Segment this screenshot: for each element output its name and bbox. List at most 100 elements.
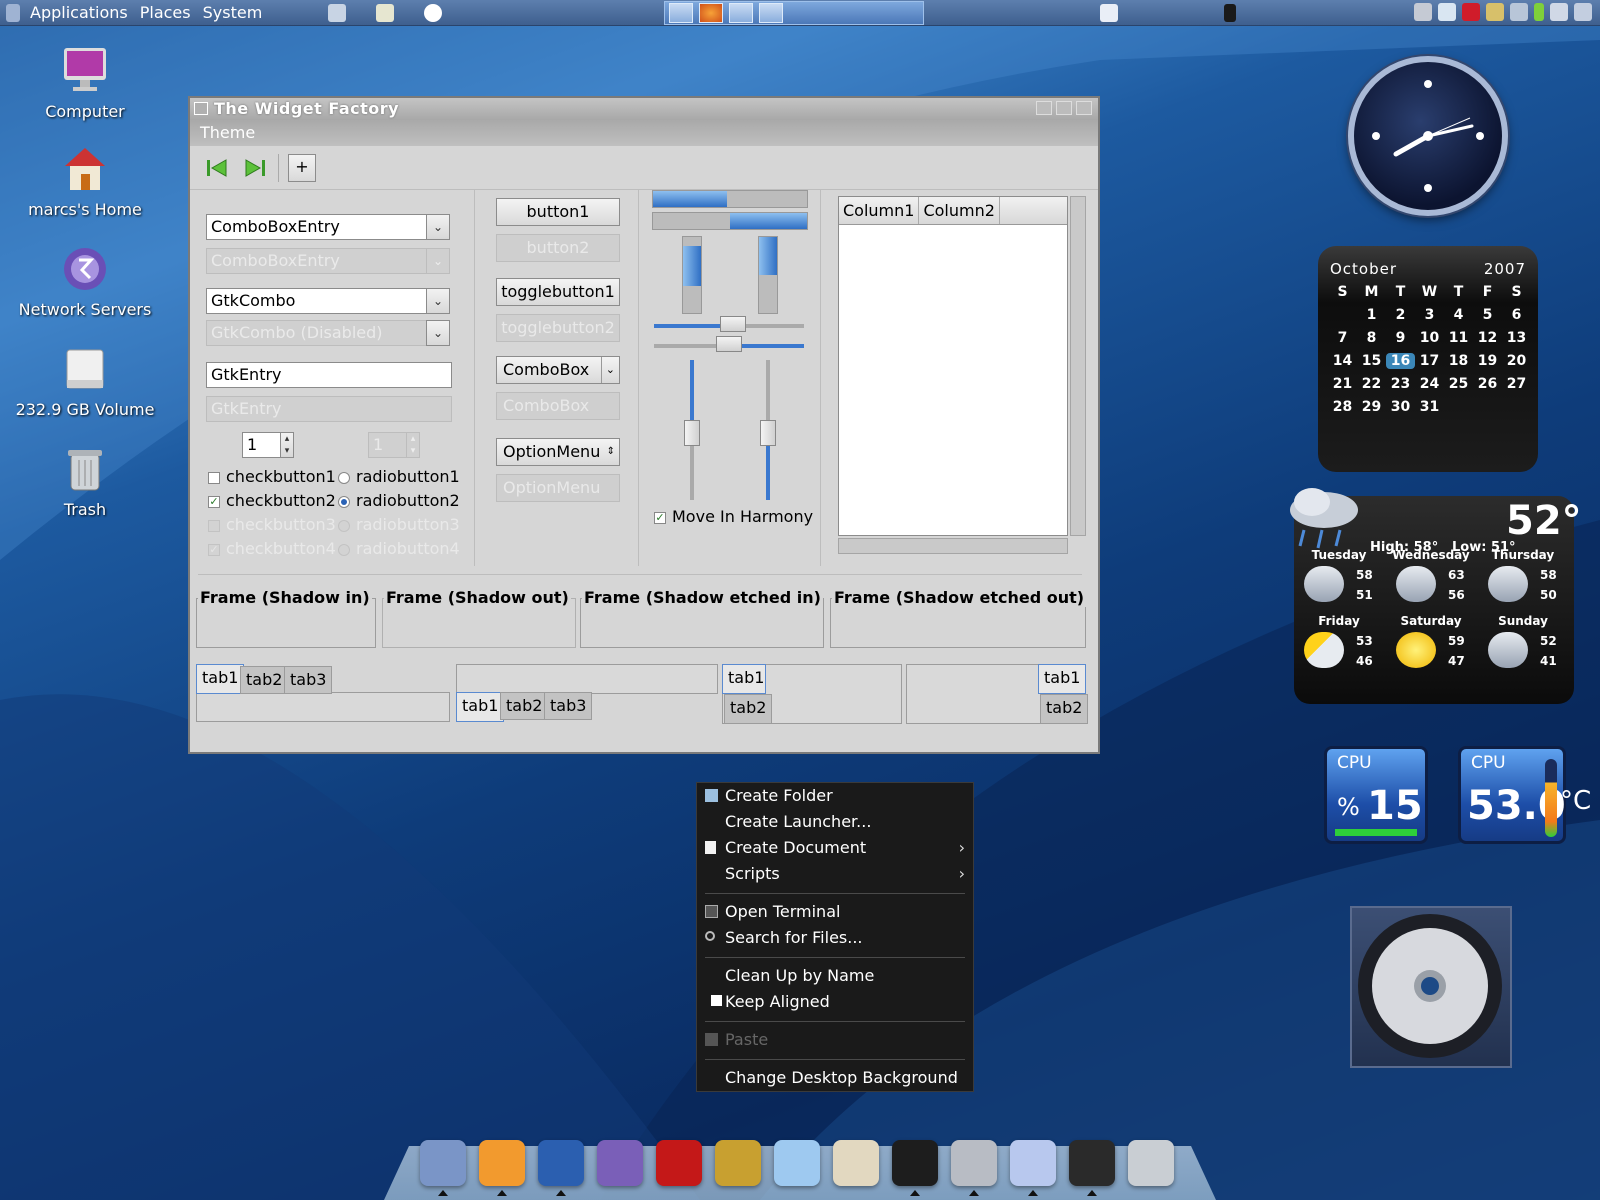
tab-2[interactable]: tab2 xyxy=(724,694,773,724)
calendar-day[interactable]: 17 xyxy=(1415,353,1444,369)
power-icon[interactable] xyxy=(424,3,443,22)
gtk-combo[interactable]: GtkCombo xyxy=(206,288,428,314)
calendar-day[interactable]: 19 xyxy=(1473,353,1502,369)
screen-icon[interactable] xyxy=(1550,3,1568,21)
settings-launcher-icon[interactable] xyxy=(328,3,347,22)
menu-item-clean-up[interactable]: Clean Up by Name xyxy=(697,963,973,989)
menu-item-create-document[interactable]: Create Document › xyxy=(697,835,973,861)
gtk-entry[interactable]: GtkEntry xyxy=(206,362,452,388)
chevron-down-icon[interactable]: ⌄ xyxy=(426,288,450,314)
calendar-day[interactable]: 3 xyxy=(1415,307,1444,323)
display-icon[interactable] xyxy=(1510,3,1528,21)
calendar-day[interactable]: 9 xyxy=(1386,330,1415,346)
calendar-day[interactable]: 2 xyxy=(1386,307,1415,323)
tab-3[interactable]: tab3 xyxy=(284,666,333,694)
applications-menu[interactable]: Applications xyxy=(24,3,134,22)
tab-1[interactable]: tab1 xyxy=(1038,664,1087,694)
desktop-icon-home[interactable]: marcs's Home xyxy=(10,146,160,219)
calendar-day[interactable]: 15 xyxy=(1357,353,1386,369)
horizontal-scrollbar[interactable] xyxy=(838,538,1068,554)
window-icon[interactable] xyxy=(1010,1140,1056,1186)
printer-icon[interactable] xyxy=(1414,3,1432,21)
calendar-day[interactable]: 22 xyxy=(1357,376,1386,392)
tree-view[interactable]: Column1 Column2 xyxy=(838,196,1068,536)
spin-arrows-icon[interactable]: ▴ ▾ xyxy=(280,432,294,458)
flag-icon[interactable] xyxy=(1438,3,1456,21)
column-header[interactable]: Column1 xyxy=(839,197,920,224)
system-menu[interactable]: System xyxy=(197,3,269,22)
theme-menu[interactable]: Theme xyxy=(200,123,255,142)
harddisk-icon[interactable] xyxy=(951,1140,997,1186)
desktop-icon-volume[interactable]: 232.9 GB Volume xyxy=(10,346,160,419)
trash-icon[interactable] xyxy=(1128,1140,1174,1186)
console-icon[interactable] xyxy=(1069,1140,1115,1186)
calendar-day[interactable]: 4 xyxy=(1444,307,1473,323)
tab-2[interactable]: tab2 xyxy=(500,692,549,720)
desktop-icon-trash[interactable]: Trash xyxy=(10,446,160,519)
checkbutton1[interactable] xyxy=(208,472,220,484)
calendar-day[interactable]: 1 xyxy=(1357,307,1386,323)
go-first-icon[interactable] xyxy=(204,156,230,180)
calendar-day[interactable]: 18 xyxy=(1444,353,1473,369)
calendar-day[interactable]: 28 xyxy=(1328,399,1357,415)
desktop-icon-network[interactable]: Network Servers xyxy=(10,246,160,319)
calendar-day[interactable]: 24 xyxy=(1415,376,1444,392)
tab-2[interactable]: tab2 xyxy=(1040,694,1089,724)
users-icon[interactable] xyxy=(1574,3,1592,21)
calendar-day[interactable]: 25 xyxy=(1444,376,1473,392)
minimize-button[interactable] xyxy=(1036,101,1052,115)
chevron-down-icon[interactable]: ⌄ xyxy=(426,214,450,240)
mail-icon[interactable] xyxy=(420,1140,466,1186)
calendar-day[interactable]: 14 xyxy=(1328,353,1357,369)
menu-item-open-terminal[interactable]: Open Terminal xyxy=(697,899,973,925)
menu-item-search-files[interactable]: Search for Files... xyxy=(697,925,973,951)
tab-1[interactable]: tab1 xyxy=(456,692,505,722)
ruby-icon[interactable] xyxy=(1462,3,1480,21)
calendar-day[interactable]: 20 xyxy=(1502,353,1531,369)
spin-button[interactable]: 1 xyxy=(242,432,282,458)
tools-icon[interactable] xyxy=(715,1140,761,1186)
move-in-harmony-checkbox[interactable]: ✓ xyxy=(654,512,666,524)
r-icon[interactable] xyxy=(538,1140,584,1186)
vertical-scrollbar[interactable] xyxy=(1070,196,1086,536)
window-list-item[interactable] xyxy=(759,3,783,23)
scale-slider-handle[interactable] xyxy=(716,336,742,352)
column-header[interactable]: Column2 xyxy=(919,197,1000,224)
add-icon[interactable]: + xyxy=(288,154,316,182)
places-menu[interactable]: Places xyxy=(134,3,197,22)
togglebutton1[interactable]: togglebutton1 xyxy=(496,278,620,306)
maximize-button[interactable] xyxy=(1056,101,1072,115)
menu-item-create-launcher[interactable]: Create Launcher... xyxy=(697,809,973,835)
tab-3[interactable]: tab3 xyxy=(544,692,593,720)
calendar-day[interactable]: 12 xyxy=(1473,330,1502,346)
button1[interactable]: button1 xyxy=(496,198,620,226)
calendar-day[interactable]: 10 xyxy=(1415,330,1444,346)
terminal-icon[interactable] xyxy=(892,1140,938,1186)
itunes-icon[interactable] xyxy=(774,1140,820,1186)
volume-icon[interactable] xyxy=(1224,4,1236,22)
emacs-icon[interactable] xyxy=(597,1140,643,1186)
calendar-day[interactable]: 11 xyxy=(1444,330,1473,346)
home-icon[interactable] xyxy=(833,1140,879,1186)
calendar-day[interactable]: 5 xyxy=(1473,307,1502,323)
calendar-day[interactable]: 26 xyxy=(1473,376,1502,392)
go-last-icon[interactable] xyxy=(242,156,268,180)
window-list-item[interactable] xyxy=(669,3,693,23)
radiobutton2[interactable] xyxy=(338,496,350,508)
radiobutton1[interactable] xyxy=(338,472,350,484)
network-monitor-icon[interactable] xyxy=(1100,4,1118,22)
optionmenu[interactable]: OptionMenu ⇕ xyxy=(496,438,620,466)
calendar-day[interactable]: 6 xyxy=(1502,307,1531,323)
tab-1[interactable]: tab1 xyxy=(196,664,245,694)
calendar-day[interactable]: 21 xyxy=(1328,376,1357,392)
gnome-foot-icon[interactable] xyxy=(6,3,20,22)
tab-2[interactable]: tab2 xyxy=(240,666,289,694)
lock-icon[interactable] xyxy=(376,3,395,22)
tab-1[interactable]: tab1 xyxy=(722,664,766,694)
network-icon[interactable] xyxy=(1486,3,1504,21)
scale-slider-handle[interactable] xyxy=(720,316,746,332)
menu-item-keep-aligned[interactable]: Keep Aligned xyxy=(697,989,973,1015)
calendar-day[interactable]: 8 xyxy=(1357,330,1386,346)
menu-item-change-background[interactable]: Change Desktop Background xyxy=(697,1065,973,1091)
window-list-item[interactable] xyxy=(729,3,753,23)
